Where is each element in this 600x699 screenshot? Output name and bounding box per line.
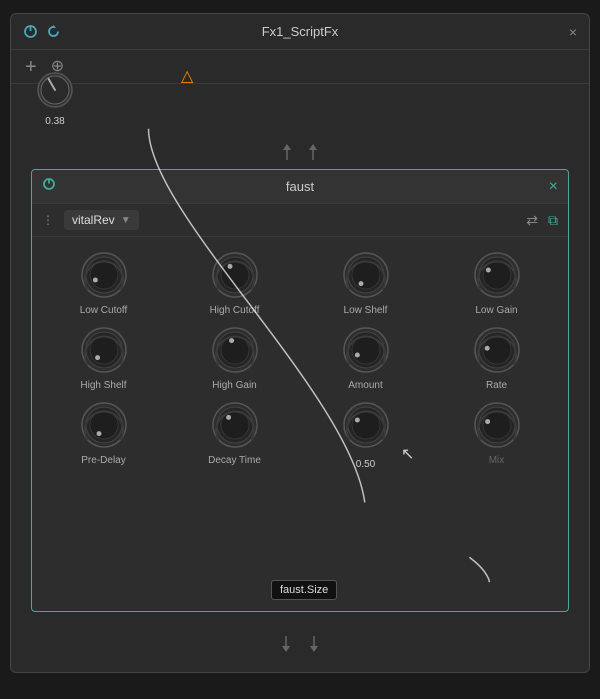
window-title: Fx1_ScriptFx [262,24,339,39]
knob-item-decay-time: Decay Time [173,399,296,470]
arrow-up-right [307,142,319,162]
knob-decay-time[interactable] [209,399,261,451]
knob-item-high-gain: High Gain [173,324,296,391]
plugin-title: faust [286,179,314,194]
knob-item-mix: Mix [435,399,558,470]
knob-high-shelf[interactable] [78,324,130,376]
title-bar-icons [23,24,61,39]
preset-dropdown[interactable]: vitalRev ▼ [64,210,139,230]
knob-high-cutoff[interactable] [209,249,261,301]
plugin-title-bar: faust × [32,170,568,204]
top-knob-value: 0.38 [45,116,64,127]
preset-name: vitalRev [72,213,115,227]
knob-amount[interactable] [340,324,392,376]
preset-dots[interactable]: ⋮ [42,213,54,227]
knob-low-shelf[interactable] [340,249,392,301]
arrow-up-left [281,142,293,162]
knob-high-gain[interactable] [209,324,261,376]
knob-label-low-shelf: Low Shelf [344,305,388,316]
knob-item-low-shelf: Low Shelf [304,249,427,316]
top-knob-item: 0.38 [35,70,75,127]
knob-label-decay-time: Decay Time [208,455,261,466]
window-close[interactable]: × [569,24,577,40]
plugin-subtoolbar: ⋮ vitalRev ▼ ⇄ ⧉ [32,204,568,237]
knob-label-high-shelf: High Shelf [80,380,126,391]
knob-label-rate: Rate [486,380,507,391]
knob-item-size: 0.50 [304,399,427,470]
bottom-arrows [280,634,320,654]
knob-low-gain[interactable] [471,249,523,301]
knob-size[interactable] [340,399,392,451]
knobs-grid: Low Cutoff High Cutoff Low Shelf Low Gai… [32,237,568,482]
knob-label-low-gain: Low Gain [475,305,517,316]
external-link-icon[interactable]: ⧉ [548,212,558,229]
knob-rate[interactable] [471,324,523,376]
knob-item-amount: Amount [304,324,427,391]
power-icon[interactable] [23,24,38,39]
knob-label-mix: Mix [489,455,505,466]
knob-item-rate: Rate [435,324,558,391]
knob-item-pre-delay: Pre-Delay [42,399,165,470]
knob-item-high-shelf: High Shelf [42,324,165,391]
plugin-power-icon[interactable] [42,177,56,196]
knob-value-size: 0.50 [356,459,375,470]
knob-mix[interactable] [471,399,523,451]
arrow-down-right [308,634,320,654]
preset-arrow-icon: ▼ [121,215,131,226]
top-arrows [281,142,319,162]
knob-label-high-cutoff: High Cutoff [210,305,260,316]
shuffle-icon[interactable]: ⇄ [526,212,538,229]
knob-label-low-cutoff: Low Cutoff [80,305,128,316]
knob-pre-delay[interactable] [78,399,130,451]
knob-label-pre-delay: Pre-Delay [81,455,125,466]
knob-item-low-cutoff: Low Cutoff [42,249,165,316]
title-bar: Fx1_ScriptFx × [11,14,589,50]
outer-window: Fx1_ScriptFx × + ⊕ △ 0.38 [10,13,590,673]
top-knob[interactable] [35,70,75,110]
knob-label-high-gain: High Gain [212,380,256,391]
knob-low-cutoff[interactable] [78,249,130,301]
plugin-close[interactable]: × [549,178,558,196]
plugin-icons-right: ⇄ ⧉ [526,212,558,229]
arrow-down-left [280,634,292,654]
cycle-icon[interactable] [46,24,61,39]
knob-item-low-gain: Low Gain [435,249,558,316]
knob-label-amount: Amount [348,380,382,391]
plugin-panel: faust × ⋮ vitalRev ▼ ⇄ ⧉ [31,169,569,612]
knob-item-high-cutoff: High Cutoff [173,249,296,316]
